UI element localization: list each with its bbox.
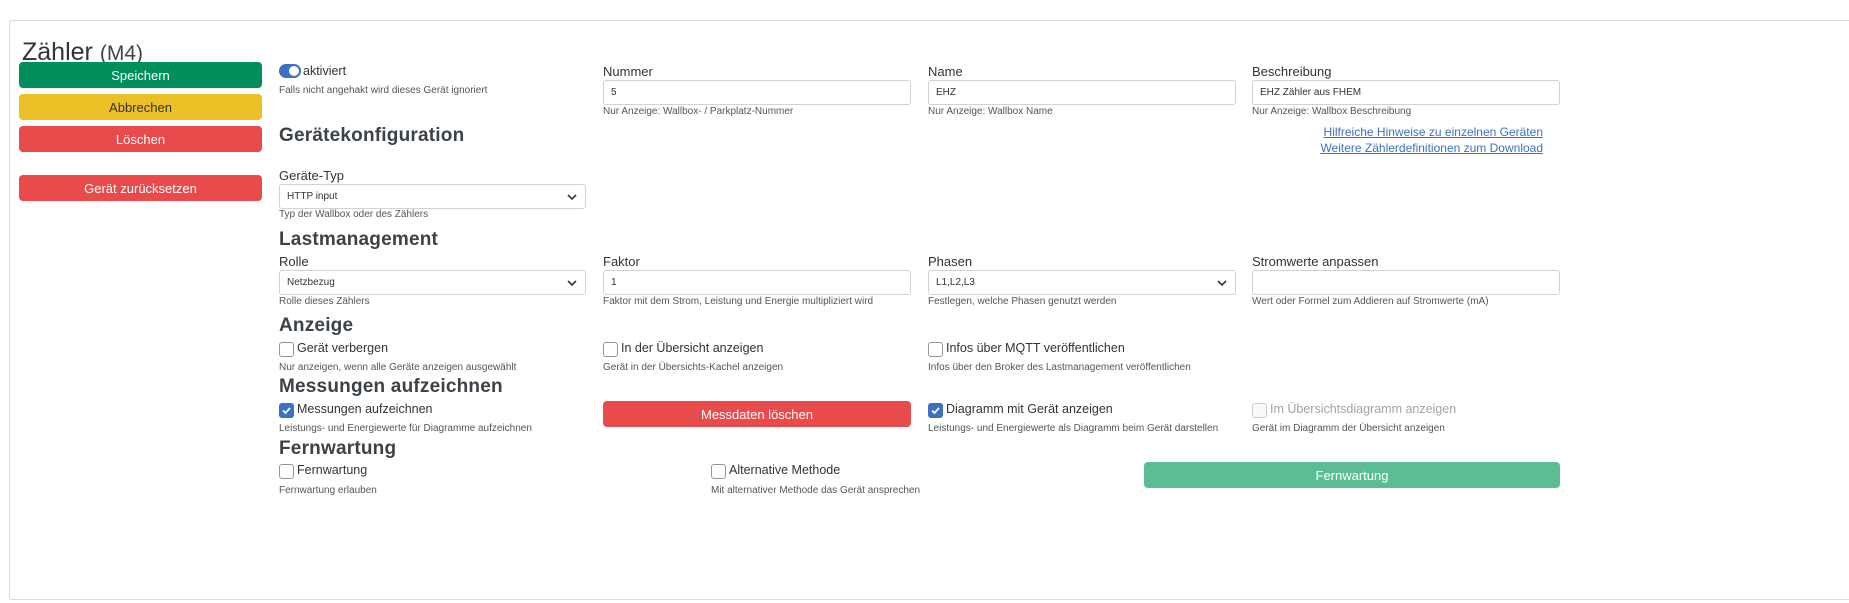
factor-help: Faktor mit dem Strom, Leistung und Energ… [603,296,874,307]
hints-link[interactable]: Hilfreiche Hinweise zu einzelnen Geräten [1324,125,1543,139]
description-label: Beschreibung [1252,64,1332,79]
description-input[interactable] [1252,80,1560,105]
device-type-label: Geräte-Typ [279,168,345,183]
name-help: Nur Anzeige: Wallbox Name [928,106,1053,117]
alt-method-label: Alternative Methode [729,463,841,477]
number-input[interactable] [603,80,911,105]
mqtt-help: Infos über den Broker des Lastmanagement… [928,362,1191,373]
hide-device-label: Gerät verbergen [297,341,389,355]
check-icon [931,407,940,415]
show-overview-label: In der Übersicht anzeigen [621,341,764,355]
chevron-down-icon [567,193,577,200]
remote-heading: Fernwartung [279,438,397,459]
name-label: Name [928,64,963,79]
phases-label: Phasen [928,254,973,269]
device-config-heading: Gerätekonfiguration [279,125,465,146]
role-help: Rolle dieses Zählers [279,296,370,307]
role-label: Rolle [279,254,309,269]
record-measurements-checkbox[interactable] [279,403,294,418]
show-chart-help: Leistungs- und Energiewerte als Diagramm… [928,423,1219,434]
enabled-label: aktiviert [303,64,347,78]
device-type-help: Typ der Wallbox oder des Zählers [279,209,429,220]
factor-input[interactable] [603,270,911,295]
current-adjust-label: Stromwerte anpassen [1252,254,1379,269]
phases-help: Festlegen, welche Phasen genutzt werden [928,296,1117,307]
display-heading: Anzeige [279,315,354,336]
current-adjust-help: Wert oder Formel zum Addieren auf Stromw… [1252,296,1489,307]
chevron-down-icon [1217,279,1227,286]
number-help: Nur Anzeige: Wallbox- / Parkplatz-Nummer [603,106,794,117]
mqtt-checkbox[interactable] [928,342,943,357]
current-adjust-input[interactable] [1252,270,1560,295]
remote-button[interactable]: Fernwartung [1144,462,1560,488]
remote-checkbox[interactable] [279,464,294,479]
alt-method-help: Mit alternativer Methode das Gerät anspr… [711,485,920,496]
show-chart-label: Diagramm mit Gerät anzeigen [946,402,1113,416]
remote-label: Fernwartung [297,463,368,477]
check-icon [282,407,291,415]
phases-select[interactable]: L1,L2,L3 [928,270,1236,295]
load-management-heading: Lastmanagement [279,229,439,250]
device-type-select[interactable]: HTTP input [279,184,586,209]
downloads-link[interactable]: Weitere Zählerdefinitionen zum Download [1320,141,1543,155]
overview-chart-label: Im Übersichtsdiagramm anzeigen [1270,402,1457,416]
delete-button[interactable]: Löschen [19,126,262,152]
description-help: Nur Anzeige: Wallbox Beschreibung [1252,106,1412,117]
delete-measurements-button[interactable]: Messdaten löschen [603,401,911,427]
remote-help: Fernwartung erlauben [279,485,377,496]
cancel-button[interactable]: Abbrechen [19,94,262,120]
chevron-down-icon [567,279,577,286]
record-measurements-help: Leistungs- und Energiewerte für Diagramm… [279,423,532,434]
save-button[interactable]: Speichern [19,62,262,88]
role-value: Netzbezug [287,277,335,288]
record-measurements-label: Messungen aufzeichnen [297,402,433,416]
hide-device-help: Nur anzeigen, wenn alle Geräte anzeigen … [279,362,517,373]
recording-heading: Messungen aufzeichnen [279,376,503,397]
number-label: Nummer [603,64,653,79]
role-select[interactable]: Netzbezug [279,270,586,295]
show-overview-checkbox[interactable] [603,342,618,357]
show-chart-checkbox[interactable] [928,403,943,418]
enabled-help: Falls nicht angehakt wird dieses Gerät i… [279,85,488,96]
factor-label: Faktor [603,254,640,269]
mqtt-label: Infos über MQTT veröffentlichen [946,341,1125,355]
phases-value: L1,L2,L3 [936,277,975,288]
device-type-value: HTTP input [287,191,338,202]
enabled-toggle[interactable] [279,64,301,78]
overview-chart-checkbox[interactable] [1252,403,1267,418]
hide-device-checkbox[interactable] [279,342,294,357]
show-overview-help: Gerät in der Übersichts-Kachel anzeigen [603,362,784,373]
reset-device-button[interactable]: Gerät zurücksetzen [19,175,262,201]
name-input[interactable] [928,80,1236,105]
alt-method-checkbox[interactable] [711,464,726,479]
overview-chart-help: Gerät im Diagramm der Übersicht anzeigen [1252,423,1445,434]
